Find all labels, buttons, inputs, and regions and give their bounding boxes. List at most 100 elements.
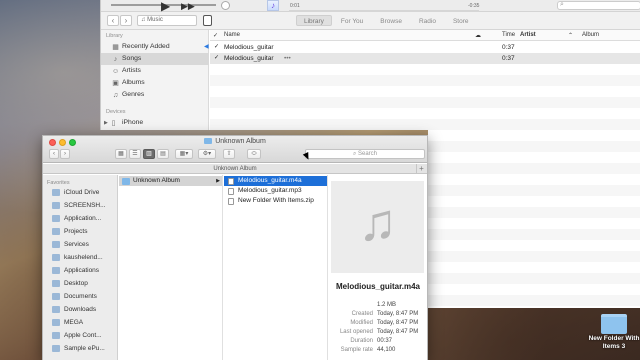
meta-value: Today, 8:47 PM bbox=[377, 320, 419, 326]
column-name[interactable]: Name bbox=[224, 32, 240, 38]
folder-icon bbox=[52, 332, 60, 339]
sidebar-item-genres[interactable]: ♫ Genres bbox=[101, 89, 209, 101]
more-options-icon[interactable]: ••• bbox=[284, 53, 291, 64]
share-icon[interactable]: ⇧ bbox=[223, 149, 235, 159]
itunes-search-field[interactable]: ⌕ bbox=[557, 1, 640, 10]
tab-radio[interactable]: Radio bbox=[411, 15, 444, 26]
file-row-zip[interactable]: New Folder With Items.zip bbox=[224, 196, 327, 206]
sidebar-item-downloads[interactable]: Downloads bbox=[43, 303, 118, 316]
play-icon[interactable]: ▶ bbox=[161, 0, 170, 12]
sidebar-item-iphone[interactable]: ▶ ▯ iPhone bbox=[101, 117, 209, 129]
tab-browse[interactable]: Browse bbox=[372, 15, 410, 26]
itunes-tabs: Library For You Browse Radio Store bbox=[296, 15, 478, 26]
folder-icon bbox=[52, 345, 60, 352]
song-name: Melodious_guitar bbox=[224, 55, 274, 62]
tab-for-you[interactable]: For You bbox=[333, 15, 371, 26]
tab-library[interactable]: Library bbox=[296, 15, 332, 26]
song-check-icon[interactable]: ✓ bbox=[214, 42, 219, 53]
itunes-nav-bar: ‹ › ♫ Music Library For You Browse Radio… bbox=[101, 12, 640, 30]
song-row[interactable]: ◀ ✓ Melodious_guitar 0:37 bbox=[204, 42, 640, 53]
forward-button[interactable]: › bbox=[60, 149, 70, 159]
icon-view-icon[interactable]: ▦ bbox=[115, 149, 127, 159]
arrange-menu-icon[interactable]: ▦▾ bbox=[175, 149, 193, 159]
empty-row-stripe bbox=[428, 295, 640, 306]
album-art-thumb[interactable]: ♪ bbox=[267, 0, 279, 11]
file-row-label: New Folder With Items.zip bbox=[238, 197, 314, 204]
empty-row-stripe bbox=[210, 97, 640, 108]
song-time: 0:37 bbox=[502, 44, 515, 51]
meta-value: Today, 8:47 PM bbox=[377, 311, 419, 317]
sidebar-item-songs[interactable]: ♪ Songs bbox=[101, 53, 209, 65]
sidebar-item-label: iCloud Drive bbox=[64, 189, 100, 196]
iphone-device-icon[interactable] bbox=[203, 15, 212, 26]
sidebar-item-icloud-drive[interactable]: iCloud Drive bbox=[43, 186, 118, 199]
meta-key: Created bbox=[351, 311, 373, 317]
media-source-select[interactable]: ♫ Music bbox=[137, 15, 197, 26]
recently-added-icon: ▦ bbox=[112, 44, 119, 51]
sidebar-item-screenshots[interactable]: SCREENSH... bbox=[43, 199, 118, 212]
sidebar-item-sample-epub[interactable]: Sample ePu... bbox=[43, 342, 118, 355]
fast-forward-icon[interactable]: ▶▶ bbox=[181, 1, 195, 12]
meta-key: Last opened bbox=[339, 329, 373, 335]
file-row-mp3[interactable]: Melodious_guitar.mp3 bbox=[224, 186, 327, 196]
forward-button[interactable]: › bbox=[120, 15, 132, 26]
disclosure-triangle-icon[interactable]: ▶ bbox=[104, 117, 108, 129]
folder-row-unknown-album[interactable]: Unknown Album ▶ bbox=[119, 176, 222, 186]
time-elapsed: 0:01 bbox=[290, 3, 300, 9]
sidebar-item-apple-content[interactable]: Apple Cont... bbox=[43, 329, 118, 342]
column-view-icon[interactable]: ▥ bbox=[143, 149, 155, 159]
sidebar-item-label: Documents bbox=[64, 293, 97, 300]
path-bar-title: Unknown Album bbox=[213, 166, 257, 172]
itunes-window: ▶ ▶▶ ♪ 0:01 -0:35 ⌕ ‹ › ♫ Music Library … bbox=[100, 0, 640, 130]
sidebar-item-artists[interactable]: ☺ Artists bbox=[101, 65, 209, 77]
documents-icon bbox=[52, 293, 60, 300]
sidebar-item-mega[interactable]: MEGA bbox=[43, 316, 118, 329]
cover-flow-view-icon[interactable]: ▤ bbox=[157, 149, 169, 159]
song-row[interactable]: ✓ Melodious_guitar ••• 0:37 bbox=[210, 53, 640, 64]
back-button[interactable]: ‹ bbox=[49, 149, 59, 159]
action-gear-icon[interactable]: ⚙▾ bbox=[198, 149, 216, 159]
finder-search-field[interactable]: ⌕ Search bbox=[305, 149, 425, 159]
desktop-icon bbox=[52, 280, 60, 287]
song-name: Melodious_guitar bbox=[224, 44, 274, 51]
back-button[interactable]: ‹ bbox=[107, 15, 119, 26]
home-icon bbox=[52, 254, 60, 261]
column-album[interactable]: Album bbox=[582, 32, 599, 38]
sidebar-item-applications[interactable]: Applications bbox=[43, 264, 118, 277]
sidebar-item-label: kaushelend... bbox=[64, 254, 103, 261]
now-playing-speaker-icon: ◀ bbox=[204, 44, 209, 50]
sidebar-item-applications-1[interactable]: Application... bbox=[43, 212, 118, 225]
songs-icon: ♪ bbox=[113, 56, 118, 63]
sidebar-item-services[interactable]: Services bbox=[43, 238, 118, 251]
sidebar-item-home[interactable]: kaushelend... bbox=[43, 251, 118, 264]
sidebar-item-recently-added[interactable]: ▦ Recently Added bbox=[101, 41, 209, 53]
finder-sidebar: Favorites iCloud Drive SCREENSH... Appli… bbox=[43, 175, 118, 360]
list-view-icon[interactable]: ☰ bbox=[129, 149, 141, 159]
sidebar-item-label: Projects bbox=[64, 228, 88, 235]
folder-icon bbox=[122, 178, 130, 185]
preview-thumbnail: ♫ bbox=[331, 181, 424, 273]
empty-row-stripe bbox=[210, 75, 640, 86]
column-time[interactable]: Time bbox=[502, 32, 515, 38]
desktop-folder-item[interactable]: New Folder With Items 3 bbox=[588, 314, 640, 351]
preview-size: 1.2 MB bbox=[377, 302, 397, 308]
iphone-icon: ▯ bbox=[111, 120, 116, 127]
tab-store[interactable]: Store bbox=[445, 15, 477, 26]
song-check-icon[interactable]: ✓ bbox=[214, 53, 219, 64]
sidebar-item-label: Downloads bbox=[64, 306, 97, 313]
audio-file-icon bbox=[228, 178, 234, 185]
new-tab-plus-icon[interactable]: + bbox=[416, 164, 426, 174]
meta-key: Sample rate bbox=[340, 347, 373, 353]
sidebar-item-projects[interactable]: Projects bbox=[43, 225, 118, 238]
volume-knob[interactable] bbox=[221, 1, 230, 10]
column-artist[interactable]: Artist bbox=[520, 32, 536, 38]
sidebar-item-documents[interactable]: Documents bbox=[43, 290, 118, 303]
preview-file-name: Melodious_guitar.m4a bbox=[335, 282, 421, 291]
sidebar-item-desktop[interactable]: Desktop bbox=[43, 277, 118, 290]
tags-icon[interactable]: ⬭ bbox=[247, 149, 261, 159]
sidebar-item-label: Services bbox=[64, 241, 89, 248]
file-row-m4a[interactable]: Melodious_guitar.m4a bbox=[224, 176, 327, 186]
sidebar-item-albums[interactable]: ▣ Albums bbox=[101, 77, 209, 89]
sidebar-item-label: Artists bbox=[122, 67, 141, 74]
sidebar-item-label: Sample ePu... bbox=[64, 345, 105, 352]
